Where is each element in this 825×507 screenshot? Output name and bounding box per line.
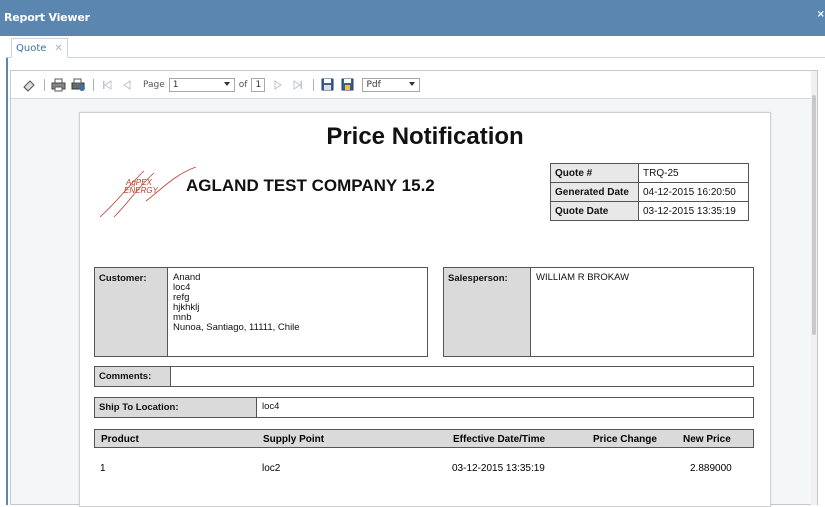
comments-box: Comments: — [94, 366, 754, 387]
column-header-supply-point: Supply Point — [263, 434, 325, 445]
tab-close-icon[interactable]: ✕ — [54, 43, 62, 54]
quote-date-value: 03-12-2015 13:35:19 — [638, 201, 749, 221]
comments-value — [172, 367, 180, 386]
vertical-scrollbar[interactable] — [811, 71, 817, 505]
page-number-value: 1 — [172, 79, 179, 90]
salesperson-value: WILLIAM R BROKAW — [536, 272, 630, 283]
export-icon[interactable] — [339, 77, 355, 93]
generated-date-value: 04-12-2015 16:20:50 — [638, 182, 749, 202]
customer-label: Customer: — [95, 268, 168, 356]
report-viewer-frame: Page 1 of 1 Pdf Price Notification AgPEX… — [10, 70, 818, 507]
quote-row: Quote Date 03-12-2015 13:35:19 — [550, 201, 749, 221]
save-icon[interactable] — [319, 77, 335, 93]
window-close-icon[interactable]: × — [817, 9, 825, 20]
export-format-value: Pdf — [366, 79, 381, 90]
customer-line: hjkhklj — [173, 302, 200, 313]
first-page-icon[interactable] — [99, 77, 115, 93]
last-page-icon[interactable] — [290, 77, 306, 93]
tab-strip: Quote ✕ — [6, 36, 825, 58]
salesperson-label: Salesperson: — [444, 268, 531, 356]
previous-page-icon[interactable] — [119, 77, 135, 93]
page-number-select[interactable]: 1 — [168, 77, 235, 92]
tab-quote-label: Quote — [16, 42, 47, 54]
company-logo: AgPEX ENERGY — [99, 166, 196, 218]
product-table-header: Product Supply Point Effective Date/Time… — [94, 429, 754, 448]
toolbar-separator — [93, 78, 94, 91]
report-toolbar: Page 1 of 1 Pdf — [11, 71, 817, 99]
tab-quote[interactable]: Quote ✕ — [11, 38, 68, 58]
toolbar-separator — [313, 78, 315, 91]
column-header-price-change: Price Change — [593, 434, 657, 445]
window-title: Report Viewer — [4, 11, 90, 24]
product-cell: 1 — [100, 463, 106, 474]
chevron-down-icon — [409, 81, 416, 86]
toolbar-separator — [44, 78, 45, 91]
customer-line: Nunoa, Santiago, 11111, Chile — [173, 322, 300, 333]
page-label: Page — [143, 79, 165, 90]
customer-address: Anand loc4 refg hjkhklj mnb Nunoa, Santi… — [169, 268, 304, 356]
supply-point-cell: loc2 — [262, 463, 281, 474]
salesperson-box: Salesperson: WILLIAM R BROKAW — [443, 267, 754, 357]
title-bar: Report Viewer × — [0, 0, 825, 36]
quote-info-table: Quote # TRQ-25 Generated Date 04-12-2015… — [550, 163, 749, 221]
table-row: 1 loc2 03-12-2015 13:35:19 2.889000 — [94, 459, 754, 477]
customer-line: loc4 — [173, 282, 191, 293]
scrollbar-thumb[interactable] — [812, 95, 816, 335]
quote-number-value: TRQ-25 — [638, 163, 749, 183]
column-header-product: Product — [101, 434, 139, 445]
column-header-effective-date: Effective Date/Time — [453, 434, 546, 445]
effective-date-cell: 03-12-2015 13:35:19 — [452, 463, 545, 474]
eraser-icon[interactable] — [21, 77, 37, 93]
comments-label: Comments: — [95, 367, 171, 386]
quote-row: Generated Date 04-12-2015 16:20:50 — [550, 182, 749, 202]
export-format-select[interactable]: Pdf — [362, 77, 421, 92]
generated-date-label: Generated Date — [550, 182, 639, 202]
of-label: of — [238, 79, 248, 90]
customer-line: Anand — [173, 272, 201, 283]
print-preview-icon[interactable] — [70, 77, 86, 93]
company-name: AGLAND TEST COMPANY 15.2 — [186, 176, 435, 195]
quote-number-label: Quote # — [550, 163, 639, 183]
column-header-new-price: New Price — [683, 434, 731, 445]
total-pages: 1 — [251, 77, 266, 92]
ship-to-label: Ship To Location: — [95, 398, 257, 417]
report-title: Price Notification — [326, 123, 524, 150]
customer-box: Customer: Anand loc4 refg hjkhklj mnb Nu… — [94, 267, 428, 357]
quote-row: Quote # TRQ-25 — [550, 163, 749, 183]
next-page-icon[interactable] — [270, 77, 286, 93]
report-page: Price Notification AgPEX ENERGY AGLAND T… — [79, 112, 771, 507]
ship-to-value: loc4 — [262, 401, 280, 412]
logo-line2: ENERGY — [124, 186, 158, 195]
quote-date-label: Quote Date — [550, 201, 639, 221]
chevron-down-icon — [223, 81, 230, 86]
new-price-cell: 2.889000 — [690, 463, 732, 474]
ship-to-box: Ship To Location: loc4 — [94, 397, 754, 418]
print-icon[interactable] — [50, 77, 66, 93]
